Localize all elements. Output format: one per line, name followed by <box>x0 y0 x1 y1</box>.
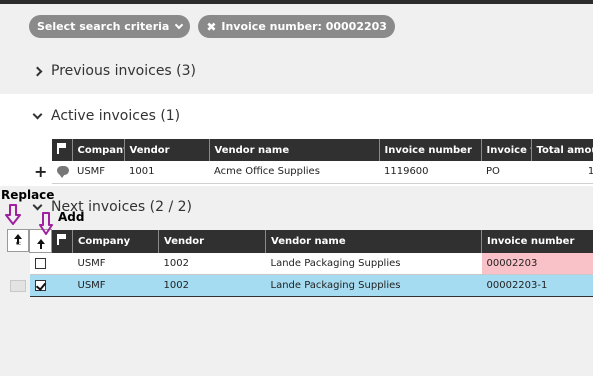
column-header[interactable]: Vendor <box>158 229 266 253</box>
flag-cell <box>51 274 73 297</box>
close-icon[interactable]: ✖ <box>206 20 216 34</box>
vendor-cell[interactable]: 1002 <box>158 274 266 297</box>
replace-annotation: Replace <box>1 188 55 202</box>
flag-cell <box>51 252 73 275</box>
column-header[interactable]: Company <box>72 139 125 161</box>
add-icon[interactable]: + <box>34 164 47 180</box>
row-checkbox-checked[interactable] <box>35 279 46 291</box>
vendor-name-cell[interactable]: Lande Packaging Supplies <box>265 252 482 275</box>
invoice-type-cell[interactable]: PO <box>481 161 531 184</box>
next-invoices-grid: Company Vendor Vendor name Invoice numbe… <box>29 229 593 297</box>
chevron-down-icon <box>175 20 184 29</box>
row-checkbox[interactable] <box>35 257 46 269</box>
column-header[interactable]: Total amount <box>531 139 593 161</box>
vendor-cell[interactable]: 1001 <box>124 161 209 184</box>
column-header[interactable]: Vendor name <box>209 139 380 161</box>
active-invoices-header[interactable]: Active invoices (1) <box>32 105 181 127</box>
column-header[interactable]: Vendor <box>124 139 210 161</box>
search-criteria-dropdown[interactable]: Select search criteria <box>29 15 191 38</box>
column-header[interactable]: Company <box>72 229 159 253</box>
active-invoices-title: Active invoices (1) <box>51 108 181 124</box>
comment-icon <box>57 165 69 178</box>
row-checkbox-cell[interactable] <box>29 274 52 297</box>
column-header[interactable]: Vendor name <box>265 229 482 253</box>
company-cell[interactable]: USMF <box>72 161 124 184</box>
vendor-name-cell[interactable]: Acme Office Supplies <box>209 161 379 184</box>
flag-icon <box>57 143 67 154</box>
column-header[interactable]: Invoice number <box>481 229 593 253</box>
invoice-number-filter-chip[interactable]: ✖ Invoice number: 00002203 <box>198 15 395 38</box>
row-checkbox-cell[interactable] <box>29 252 52 275</box>
replace-column-button[interactable]: c:: <box>7 229 29 252</box>
column-header[interactable]: Invoice t <box>481 139 532 161</box>
table-header-row: Company Vendor Vendor name Invoice numbe… <box>52 139 593 161</box>
add-annotation: Add <box>58 210 85 224</box>
column-header[interactable]: Invoice number <box>379 139 482 161</box>
vendor-cell[interactable]: 1002 <box>158 252 266 275</box>
previous-invoices-title: Previous invoices (3) <box>51 63 197 79</box>
vendor-name-cell[interactable]: Lande Packaging Supplies <box>265 274 482 297</box>
flag-column-header[interactable] <box>51 229 73 253</box>
upload-icon <box>36 238 45 249</box>
comment-cell[interactable] <box>52 161 72 184</box>
table-header-row: Company Vendor Vendor name Invoice numbe… <box>29 229 593 253</box>
filter-bar: Select search criteria ✖ Invoice number:… <box>29 15 395 38</box>
invoice-number-cell[interactable]: 00002203-1 <box>481 274 593 297</box>
top-bar <box>0 0 593 4</box>
table-row-selected[interactable]: USMF 1002 Lande Packaging Supplies 00002… <box>29 274 593 297</box>
chevron-down-icon <box>32 109 43 119</box>
company-cell[interactable]: USMF <box>72 252 159 275</box>
flag-icon <box>57 234 67 245</box>
image-icon <box>10 280 26 292</box>
flag-column-header[interactable] <box>52 139 73 161</box>
search-criteria-label: Select search criteria <box>37 20 170 33</box>
chevron-right-icon <box>32 66 43 76</box>
table-row[interactable]: USMF 1002 Lande Packaging Supplies 00002… <box>29 252 593 275</box>
add-arrow-icon <box>39 212 53 235</box>
invoice-number-cell[interactable]: 00002203 <box>481 252 593 275</box>
table-row[interactable]: USMF 1001 Acme Office Supplies 1119600 P… <box>52 161 593 184</box>
replace-arrow-icon <box>5 204 21 225</box>
active-invoices-grid: Company Vendor Vendor name Invoice numbe… <box>52 139 593 184</box>
upload-icon <box>14 234 22 244</box>
previous-invoices-header[interactable]: Previous invoices (3) <box>32 60 197 82</box>
company-cell[interactable]: USMF <box>72 274 159 297</box>
invoice-number-cell[interactable]: 1119600 <box>379 161 481 184</box>
invoice-filter-label: Invoice number: 00002203 <box>221 20 387 33</box>
total-amount-cell[interactable]: 165 <box>531 161 593 184</box>
